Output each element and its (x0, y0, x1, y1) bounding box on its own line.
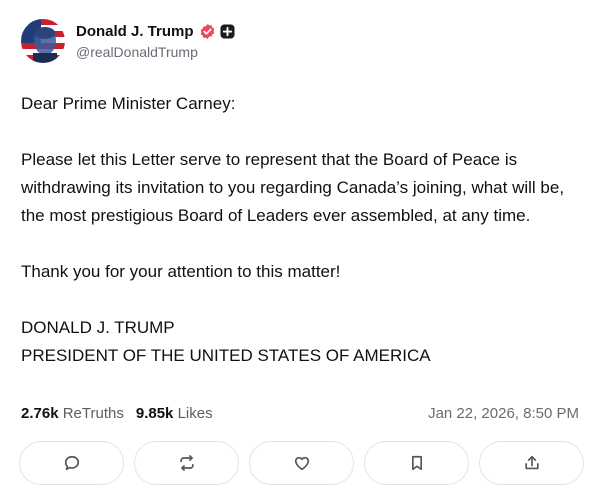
retruth-button[interactable] (134, 441, 239, 485)
post-paragraph: Please let this Letter serve to represen… (21, 150, 565, 225)
heart-icon (294, 456, 309, 471)
post-timestamp[interactable]: Jan 22, 2026, 8:50 PM (428, 405, 579, 422)
post-stats: 2.76k ReTruths 9.85k Likes (21, 405, 213, 422)
post-body: Dear Prime Minister Carney: Please let t… (21, 90, 576, 370)
retruths-label: ReTruths (62, 405, 124, 422)
likes-stat[interactable]: 9.85k Likes (136, 405, 213, 422)
retruths-count: 2.76k (21, 405, 59, 422)
signature-title: PRESIDENT OF THE UNITED STATES OF AMERIC… (21, 346, 431, 365)
share-icon (524, 455, 539, 470)
bookmark-button[interactable] (364, 441, 469, 485)
author-display-name[interactable]: Donald J. Trump (76, 23, 194, 40)
likes-label: Likes (177, 405, 213, 422)
author-avatar[interactable] (21, 19, 65, 63)
bookmark-icon (411, 455, 422, 471)
likes-count: 9.85k (135, 405, 174, 422)
repost-icon (179, 455, 194, 471)
post-closing: Thank you for your attention to this mat… (21, 262, 341, 281)
verified-badge-icon (200, 23, 214, 39)
retruths-stat[interactable]: 2.76k ReTruths (21, 405, 124, 422)
plus-badge-icon (219, 23, 235, 39)
author-handle[interactable]: @realDonaldTrump (76, 44, 198, 60)
post-card: Donald J. Trump @realDonaldTrump Dear Pr… (0, 0, 594, 496)
like-button[interactable] (249, 441, 354, 485)
portrait-avatar (21, 19, 65, 63)
action-bar (19, 441, 584, 485)
reply-button[interactable] (19, 441, 124, 485)
share-button[interactable] (479, 441, 584, 485)
author-name-row: Donald J. Trump (76, 21, 235, 41)
comment-icon (64, 455, 79, 471)
signature-name: DONALD J. TRUMP (21, 318, 175, 337)
post-salutation: Dear Prime Minister Carney: (21, 94, 236, 113)
